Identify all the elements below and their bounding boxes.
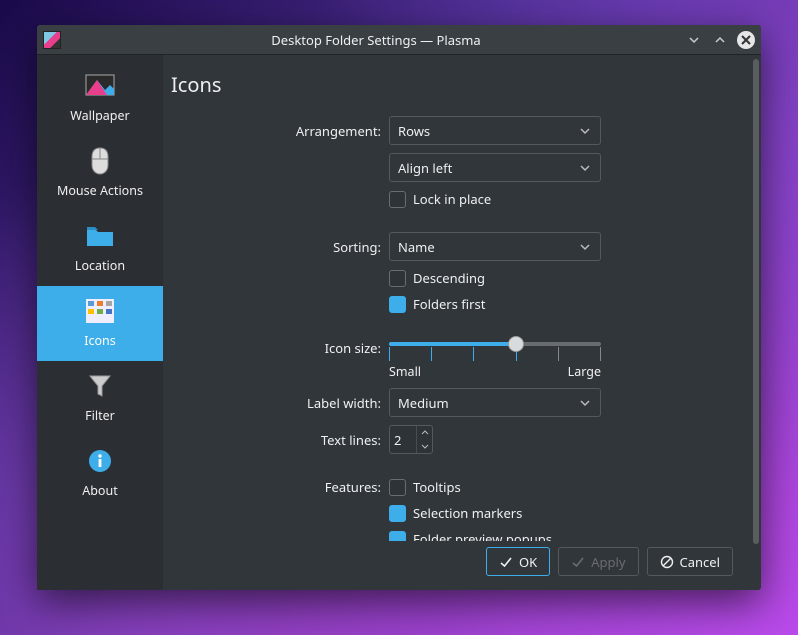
- checkbox-label: Descending: [413, 269, 485, 287]
- spin-down-button[interactable]: [417, 440, 432, 454]
- ok-button[interactable]: OK: [486, 547, 550, 576]
- sidebar-item-location[interactable]: Location: [37, 211, 163, 286]
- button-label: OK: [519, 553, 537, 571]
- app-icon: [43, 31, 61, 49]
- titlebar: Desktop Folder Settings — Plasma: [37, 25, 761, 55]
- chevron-down-icon: [578, 161, 592, 175]
- button-label: Apply: [591, 553, 625, 571]
- slider-min-label: Small: [389, 363, 421, 380]
- sidebar-item-label: Wallpaper: [70, 107, 129, 124]
- chevron-down-icon: [578, 396, 592, 410]
- close-button[interactable]: [737, 31, 755, 49]
- descending-checkbox[interactable]: Descending: [389, 269, 485, 287]
- combobox-value: Align left: [398, 159, 452, 177]
- icon-size-slider[interactable]: [389, 337, 601, 351]
- combobox-value: Medium: [398, 394, 449, 412]
- sidebar-item-label: Location: [75, 257, 125, 274]
- features-label: Features:: [171, 478, 389, 496]
- checkbox-box: [389, 505, 406, 522]
- window-title: Desktop Folder Settings — Plasma: [67, 31, 685, 49]
- features-block: Features: Tooltips: [171, 478, 731, 541]
- checkbox-box: [389, 270, 406, 287]
- label-width-select[interactable]: Medium: [389, 388, 601, 417]
- funnel-icon: [85, 371, 115, 401]
- cancel-icon: [660, 555, 674, 569]
- info-icon: [85, 446, 115, 476]
- form: Arrangement: Rows: [171, 116, 733, 541]
- scrollbar-thumb[interactable]: [753, 59, 759, 544]
- chevron-down-icon: [578, 240, 592, 254]
- arrangement-select[interactable]: Rows: [389, 116, 601, 145]
- dialog-buttons: OK Apply Cancel: [171, 541, 733, 580]
- maximize-button[interactable]: [711, 31, 729, 49]
- spinbox-value[interactable]: [390, 426, 416, 453]
- combobox-value: Rows: [398, 122, 430, 140]
- chevron-down-icon: [578, 124, 592, 138]
- check-icon: [571, 555, 585, 569]
- spin-up-button[interactable]: [417, 426, 432, 440]
- cancel-button[interactable]: Cancel: [647, 547, 733, 576]
- check-icon: [499, 555, 513, 569]
- icons-grid-icon: [85, 296, 115, 326]
- sidebar-item-about[interactable]: About: [37, 436, 163, 511]
- page-title: Icons: [171, 71, 733, 98]
- size-block: Icon size:: [171, 337, 731, 454]
- text-lines-spinbox[interactable]: [389, 425, 433, 454]
- iconsize-label: Icon size:: [171, 337, 389, 357]
- arrangement-label: Arrangement:: [171, 122, 389, 140]
- sidebar-item-label: Filter: [85, 407, 115, 424]
- mouse-icon: [85, 146, 115, 176]
- sidebar-item-filter[interactable]: Filter: [37, 361, 163, 436]
- slider-thumb[interactable]: [508, 336, 524, 352]
- checkbox-box: [389, 296, 406, 313]
- sorting-label: Sorting:: [171, 238, 389, 256]
- sidebar-item-icons[interactable]: Icons: [37, 286, 163, 361]
- content: Icons Arrangement: Rows: [163, 55, 751, 590]
- checkbox-label: Folder preview popups: [413, 530, 552, 541]
- folder-icon: [85, 221, 115, 251]
- checkbox-label: Selection markers: [413, 504, 522, 522]
- sidebar-item-wallpaper[interactable]: Wallpaper: [37, 61, 163, 136]
- slider-max-label: Large: [568, 363, 601, 380]
- lock-in-place-checkbox[interactable]: Lock in place: [389, 190, 491, 208]
- button-label: Cancel: [680, 553, 720, 571]
- checkbox-label: Lock in place: [413, 190, 491, 208]
- sidebar-item-label: Mouse Actions: [57, 182, 143, 199]
- sidebar-item-mouse-actions[interactable]: Mouse Actions: [37, 136, 163, 211]
- sorting-select[interactable]: Name: [389, 232, 601, 261]
- minimize-button[interactable]: [685, 31, 703, 49]
- apply-button[interactable]: Apply: [558, 547, 638, 576]
- combobox-value: Name: [398, 238, 435, 256]
- tooltips-checkbox[interactable]: Tooltips: [389, 478, 461, 496]
- textlines-label: Text lines:: [171, 431, 389, 449]
- checkbox-label: Tooltips: [413, 478, 461, 496]
- sorting-block: Sorting: Name: [171, 232, 731, 313]
- scrollbar[interactable]: [751, 55, 761, 590]
- checkbox-box: [389, 191, 406, 208]
- window-body: Wallpaper Mouse Actions Location Icons: [37, 55, 761, 590]
- preview-popups-checkbox[interactable]: Folder preview popups: [389, 530, 552, 541]
- folders-first-checkbox[interactable]: Folders first: [389, 295, 485, 313]
- checkbox-box: [389, 531, 406, 542]
- sidebar: Wallpaper Mouse Actions Location Icons: [37, 55, 163, 590]
- content-wrap: Icons Arrangement: Rows: [163, 55, 761, 590]
- selection-markers-checkbox[interactable]: Selection markers: [389, 504, 522, 522]
- alignment-select[interactable]: Align left: [389, 153, 601, 182]
- arrangement-block: Arrangement: Rows: [171, 116, 731, 208]
- settings-window: Desktop Folder Settings — Plasma Wallpap…: [37, 25, 761, 590]
- sidebar-item-label: About: [82, 482, 117, 499]
- checkbox-box: [389, 479, 406, 496]
- wallpaper-icon: [85, 71, 115, 101]
- checkbox-label: Folders first: [413, 295, 485, 313]
- sidebar-item-label: Icons: [84, 332, 116, 349]
- window-controls: [685, 31, 755, 49]
- labelwidth-label: Label width:: [171, 394, 389, 412]
